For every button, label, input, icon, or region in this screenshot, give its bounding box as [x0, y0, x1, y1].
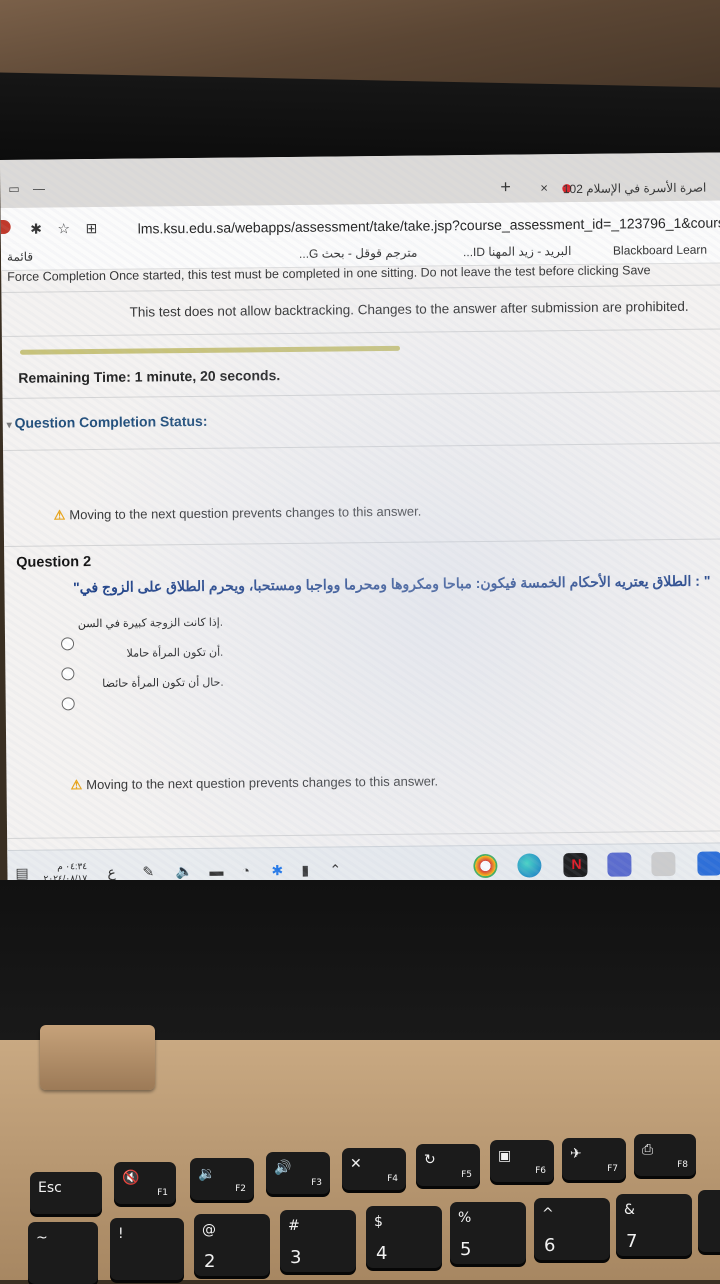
mail-app-icon[interactable] — [697, 851, 720, 876]
option-a-label[interactable]: .إذا كانت الزوجة كبيرة في السن — [63, 616, 223, 631]
key-3[interactable]: #3 — [280, 1210, 356, 1272]
question-title: Question 2 — [16, 554, 92, 571]
bluetooth-icon[interactable]: ✱ — [271, 862, 283, 879]
key-4[interactable]: $4 — [366, 1206, 442, 1268]
bookmark-star-icon[interactable]: ☆ — [57, 220, 70, 236]
battery-icon[interactable]: ▬ — [209, 863, 223, 879]
tab-title[interactable]: اصرة الأسرة في الإسلام 102 — [563, 181, 707, 197]
f2-key[interactable]: 🔉 F2 — [190, 1158, 254, 1200]
option-c-radio[interactable] — [61, 697, 75, 711]
bookmark-mail[interactable]: البريد - زيد المهنا ID... — [463, 244, 572, 259]
chevron-down-icon: ▾ — [6, 419, 15, 431]
puzzle-extension-icon[interactable]: ✱ — [30, 221, 42, 237]
f3-key[interactable]: 🔊 F3 — [266, 1152, 330, 1194]
no-backtracking-note: This test does not allow backtracking. C… — [129, 298, 689, 320]
edge-app-icon[interactable] — [517, 853, 542, 878]
option-b-label[interactable]: .أن تكون المرأة حاملا — [63, 646, 224, 661]
netflix-app-icon[interactable]: N — [563, 852, 588, 878]
airplane-icon: ✈ — [570, 1146, 582, 1162]
new-tab-button[interactable]: + — [500, 177, 511, 198]
mute-icon: 🔇 — [122, 1170, 140, 1186]
f5-key[interactable]: ↻ F5 — [416, 1144, 480, 1186]
remaining-time-label: Remaining Time: — [18, 368, 131, 386]
laptop-screen: ▭ — + × اصرة الأسرة في الإسلام 102 ✱ ☆ ⊞… — [0, 152, 720, 910]
chrome-app-icon[interactable] — [473, 853, 498, 879]
warning-icon: ⚠ — [53, 507, 66, 523]
laptop-hinge — [40, 1025, 155, 1090]
browser-tab-bar: ▭ — + × اصرة الأسرة في الإسلام 102 — [0, 152, 720, 209]
next-question-warning-2: ⚠ Moving to the next question prevents ch… — [70, 773, 439, 793]
key-6[interactable]: ^ 6 — [534, 1198, 610, 1260]
question-completion-status[interactable]: ▾ Question Completion Status: — [7, 413, 208, 431]
remaining-time: Remaining Time: 1 minute, 20 seconds. — [18, 367, 280, 386]
key-8[interactable] — [698, 1190, 720, 1252]
volume-icon[interactable]: 🔈 — [175, 863, 193, 880]
f7-key[interactable]: ✈ F7 — [562, 1138, 626, 1180]
bookmark-list[interactable]: قائمة — [7, 250, 33, 264]
restore-window-icon[interactable]: ▭ — — [8, 182, 45, 196]
extension-icon[interactable] — [0, 219, 11, 234]
key-2[interactable]: @2 — [194, 1214, 270, 1276]
option-c-label[interactable]: .حال أن تكون المرأة حائضا — [63, 676, 223, 691]
media-player-icon[interactable] — [651, 851, 676, 877]
key-5[interactable]: % 5 — [450, 1202, 526, 1264]
lock-icon: ⎙ — [642, 1142, 654, 1158]
close-tab-button[interactable]: × — [540, 180, 548, 195]
f1-key[interactable]: 🔇 F1 — [114, 1162, 176, 1204]
tilde-key[interactable]: ~ — [28, 1222, 98, 1284]
mic-off-icon: ✕ — [350, 1156, 362, 1172]
pen-icon[interactable]: ✎ — [142, 863, 154, 880]
question-text: " : الطلاق يعتريه الأحكام الخمسة فيكون: … — [73, 572, 711, 596]
warning-icon: ⚠ — [70, 777, 83, 793]
bookmark-blackboard[interactable]: Blackboard Learn — [613, 243, 707, 258]
volume-down-icon: 🔉 — [198, 1166, 216, 1182]
url-input[interactable]: lms.ksu.edu.sa/webapps/assessment/take/t… — [138, 214, 720, 236]
esc-key[interactable]: Esc — [30, 1172, 102, 1214]
f4-key[interactable]: ✕ F4 — [342, 1148, 406, 1190]
screen-icon: ▣ — [498, 1148, 512, 1164]
site-info-icon[interactable]: ⊞ — [86, 220, 98, 236]
bookmark-translate[interactable]: مترجم قوقل - بحث G... — [299, 246, 418, 261]
remaining-time-value: 1 minute, 20 seconds. — [134, 367, 281, 385]
f8-key[interactable]: ⎙ F8 — [634, 1134, 696, 1176]
chevron-up-icon[interactable]: ⌃ — [329, 861, 341, 878]
time-progress-bar — [19, 345, 401, 355]
usb-icon[interactable]: ▮ — [301, 862, 309, 879]
key-1[interactable]: ! — [110, 1218, 184, 1280]
teams-app-icon[interactable] — [607, 852, 632, 877]
key-7[interactable]: & 7 — [616, 1194, 692, 1256]
language-indicator[interactable]: ع — [107, 864, 116, 881]
f6-key[interactable]: ▣ F6 — [490, 1140, 554, 1182]
volume-up-icon: 🔊 — [274, 1160, 292, 1176]
wifi-icon[interactable]: ◔ — [241, 862, 250, 878]
next-question-warning: ⚠ Moving to the next question prevents ch… — [53, 503, 422, 523]
refresh-icon: ↻ — [424, 1152, 436, 1168]
